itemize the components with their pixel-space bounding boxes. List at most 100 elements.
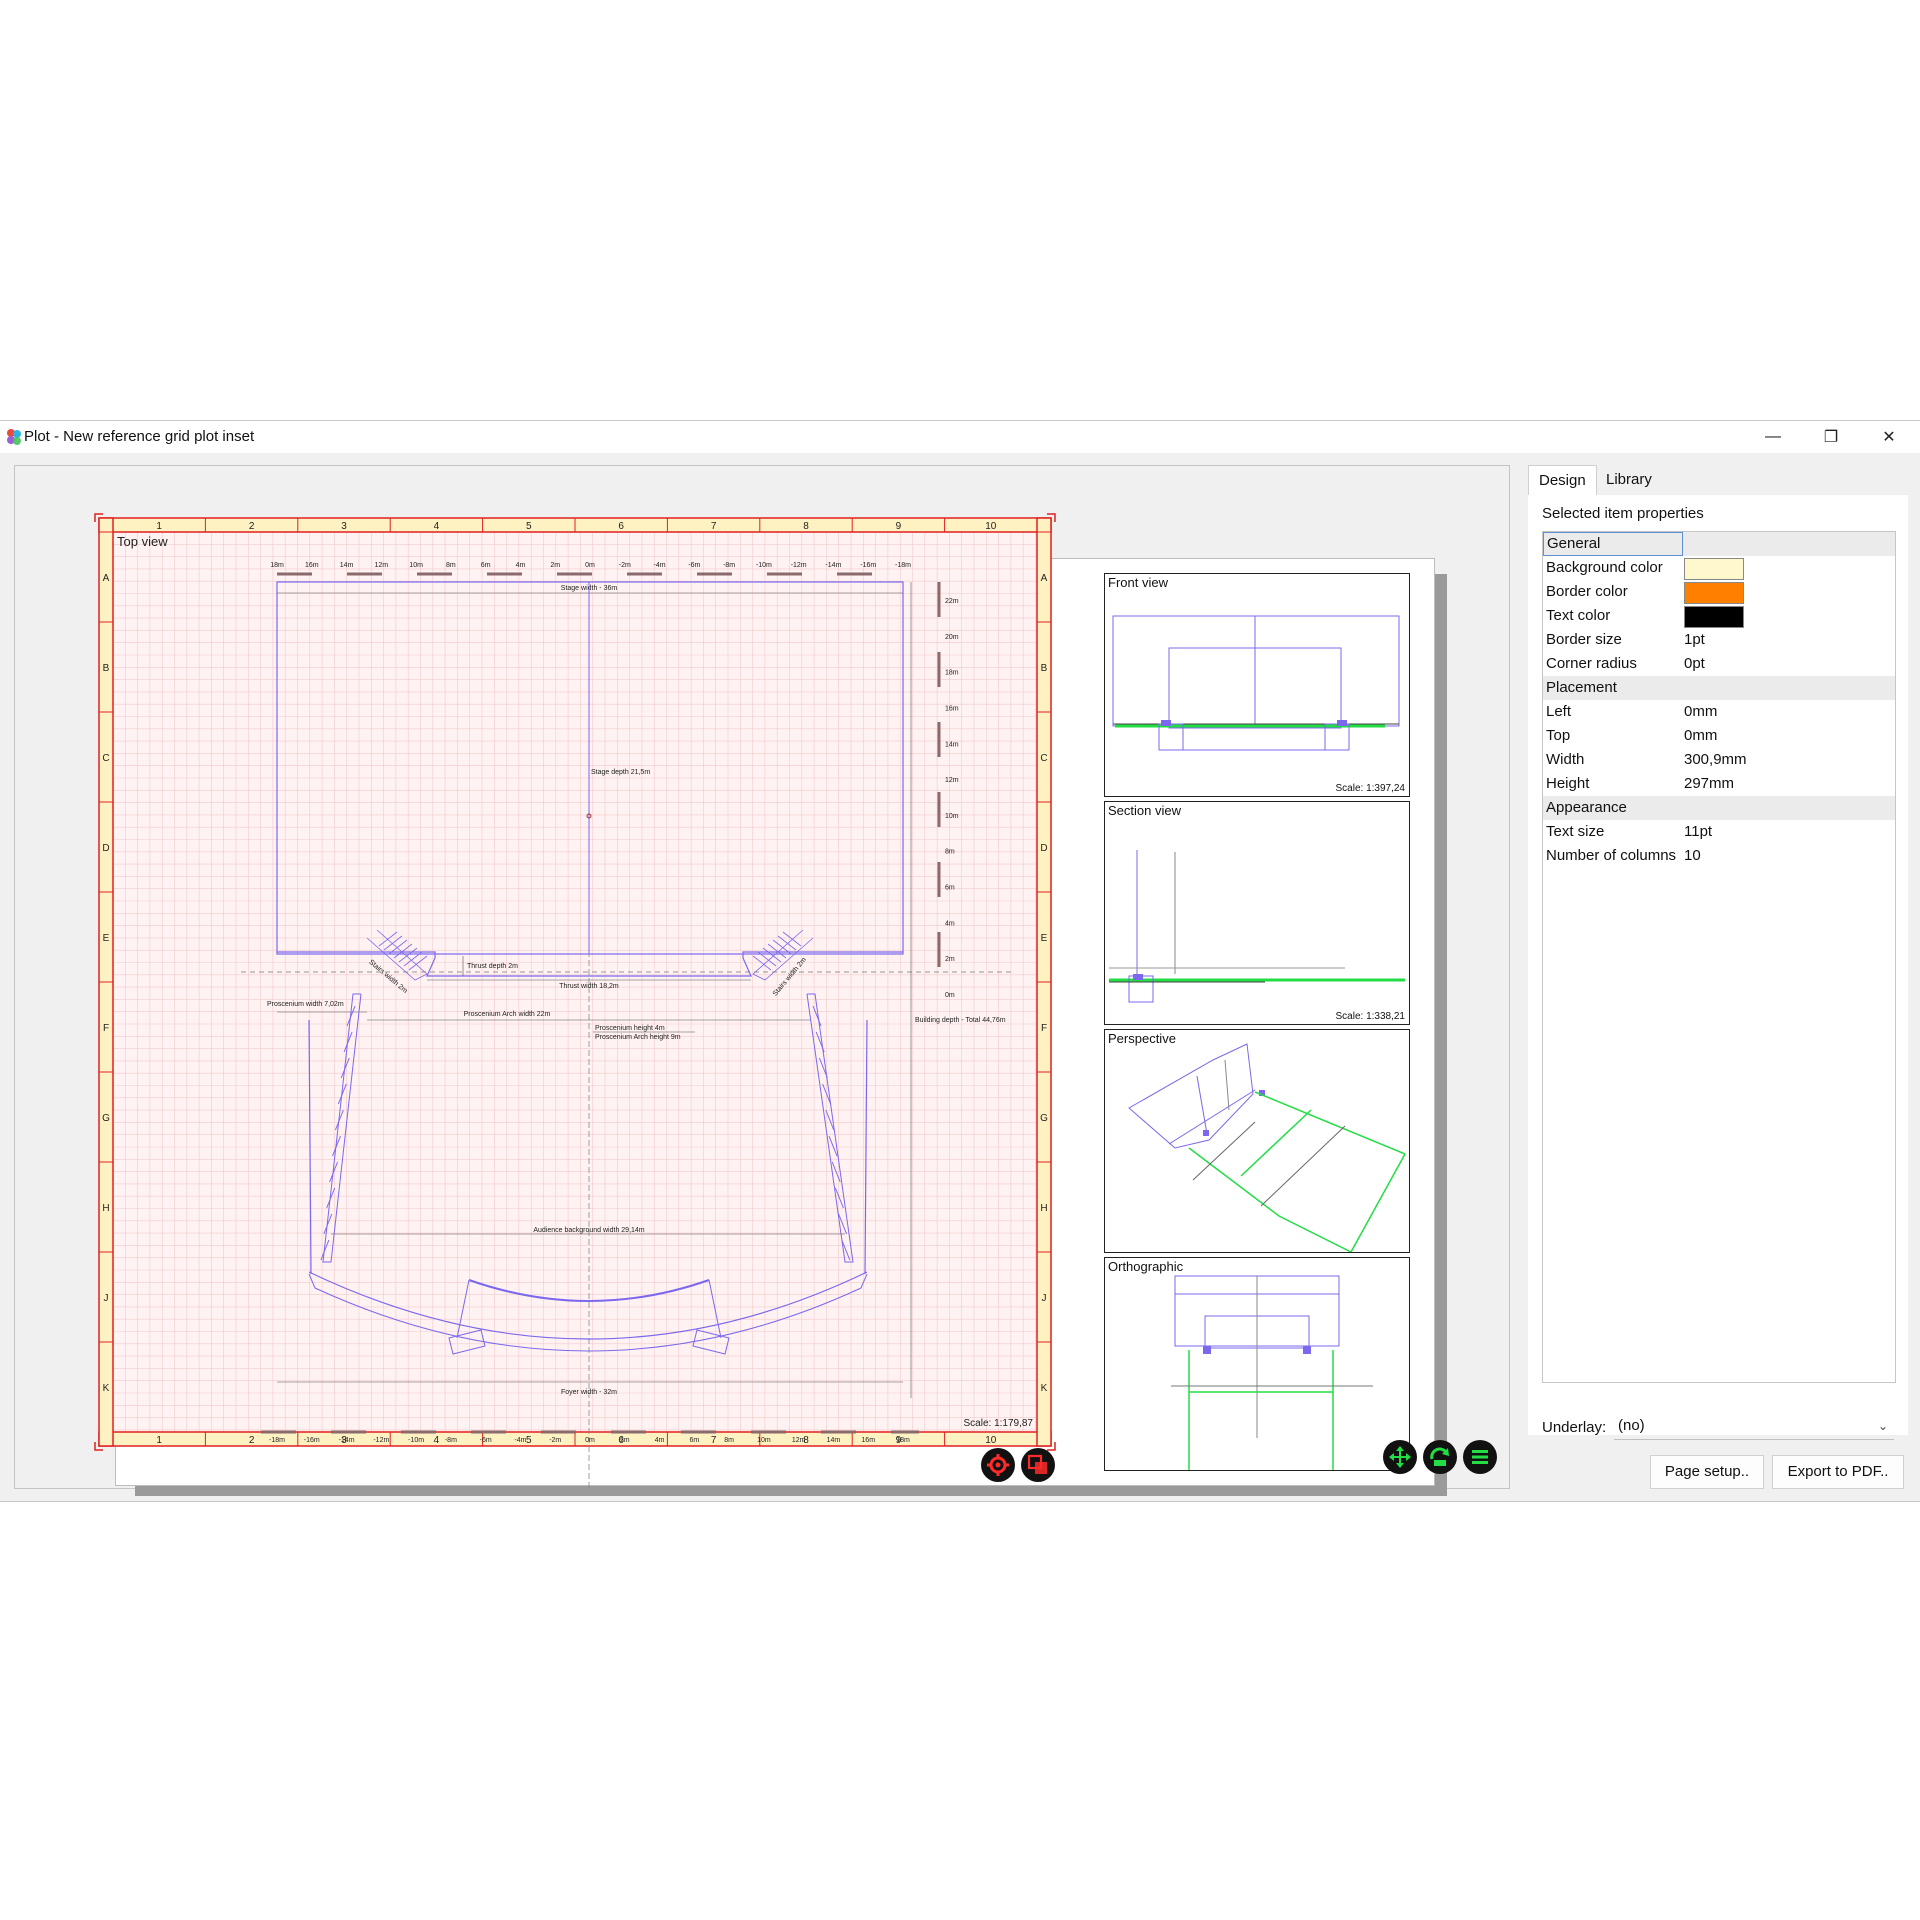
row-label-right: E	[1041, 933, 1048, 944]
prop-value[interactable]: 0mm	[1684, 724, 1717, 748]
ruler-right-tick: 2m	[945, 956, 955, 963]
ruler-bottom-tick: 8m	[724, 1437, 734, 1444]
column-label-top: 7	[711, 521, 717, 532]
group-placement[interactable]: Placement	[1543, 676, 1895, 700]
column-label-bottom: 5	[526, 1435, 532, 1446]
column-label-top: 8	[803, 521, 809, 532]
prop-label: Height	[1546, 775, 1590, 792]
audience-width-label: Audience background width 29,14m	[533, 1227, 644, 1234]
ruler-top-tick: 8m	[446, 562, 456, 569]
prop-value[interactable]: 297mm	[1684, 772, 1734, 796]
row-label-right: D	[1040, 843, 1047, 854]
prop-label: Left	[1546, 703, 1572, 720]
group-general[interactable]: General	[1543, 532, 1895, 556]
column-label-bottom: 2	[249, 1435, 255, 1446]
prop-value[interactable]: 300,9mm	[1684, 748, 1747, 772]
ruler-top-tick: 6m	[481, 562, 491, 569]
foyer-width-label: Foyer width - 32m	[561, 1389, 617, 1396]
gear-icon	[987, 1454, 1009, 1476]
ruler-top-tick: -18m	[895, 562, 911, 569]
column-label-top: 5	[526, 521, 532, 532]
row-label-left: A	[103, 573, 110, 584]
prop-background-color[interactable]: Background color	[1543, 556, 1895, 580]
thrust-depth-label: Thrust depth 2m	[467, 963, 518, 970]
ruler-right-tick: 14m	[945, 741, 959, 748]
proscenium-width-label: Proscenium width 7,02m	[267, 1001, 344, 1008]
prop-text-color[interactable]: Text color	[1543, 604, 1895, 628]
proscenium-arch-width-label: Proscenium Arch width 22m	[464, 1011, 551, 1018]
border-color-swatch[interactable]	[1684, 582, 1744, 604]
ruler-bottom-tick: 0m	[585, 1437, 595, 1444]
ruler-top-tick: -14m	[825, 562, 841, 569]
ruler-right-tick: 0m	[945, 992, 955, 999]
ruler-right-tick: 4m	[945, 920, 955, 927]
ruler-top-tick: 14m	[340, 562, 354, 569]
ruler-bottom-tick: 4m	[655, 1437, 665, 1444]
prop-value[interactable]: 11pt	[1684, 820, 1712, 844]
row-label-right: C	[1040, 753, 1047, 764]
ruler-right-tick: 6m	[945, 885, 955, 892]
row-label-left: H	[102, 1203, 109, 1214]
ruler-right-tick: 20m	[945, 634, 959, 641]
tab-design[interactable]: Design	[1528, 465, 1597, 496]
prop-border-color[interactable]: Border color	[1543, 580, 1895, 604]
export-pdf-button[interactable]: Export to PDF..	[1772, 1455, 1904, 1489]
prop-value[interactable]: 0pt	[1684, 652, 1705, 676]
proscenium-height-label: Proscenium height 4m	[595, 1025, 665, 1032]
background-color-swatch[interactable]	[1684, 558, 1744, 580]
settings-button[interactable]	[981, 1448, 1015, 1482]
prop-corner-radius[interactable]: Corner radius 0pt	[1543, 652, 1895, 676]
ruler-bottom-tick: -4m	[514, 1437, 526, 1444]
row-label-right: G	[1040, 1113, 1048, 1124]
ruler-top-tick: -8m	[723, 562, 735, 569]
top-view-plot[interactable]: 1122334455667788991010A AB BC CD DE EF FG GH HJ J…	[15, 466, 1509, 1488]
ruler-top-tick: -2m	[619, 562, 631, 569]
prop-label: Top	[1546, 727, 1571, 744]
ruler-right-tick: 8m	[945, 849, 955, 856]
ruler-bottom-tick: -2m	[549, 1437, 561, 1444]
row-label-left: C	[102, 753, 109, 764]
prop-width[interactable]: Width 300,9mm	[1543, 748, 1895, 772]
row-label-left: J	[104, 1293, 109, 1304]
ruler-bottom-tick: -8m	[445, 1437, 457, 1444]
prop-value[interactable]: 0mm	[1684, 700, 1717, 724]
prop-top[interactable]: Top 0mm	[1543, 724, 1895, 748]
text-color-swatch[interactable]	[1684, 606, 1744, 628]
tab-library[interactable]: Library	[1596, 465, 1662, 495]
prop-number-of-columns[interactable]: Number of columns 10	[1543, 844, 1895, 868]
minimize-button[interactable]: —	[1750, 421, 1796, 453]
move-button[interactable]	[1383, 1440, 1417, 1474]
plot-canvas[interactable]: Front view Scale: 1:397,24 Section view	[14, 465, 1510, 1496]
group-appearance[interactable]: Appearance	[1543, 796, 1895, 820]
title-bar: Plot - New reference grid plot inset — ❐…	[0, 421, 1920, 453]
prop-text-size[interactable]: Text size 11pt	[1543, 820, 1895, 844]
ruler-top-tick: 0m	[585, 562, 595, 569]
copy-button[interactable]	[1021, 1448, 1055, 1482]
ruler-bottom-tick: -12m	[373, 1437, 389, 1444]
ruler-top-tick: -10m	[756, 562, 772, 569]
ruler-bottom-tick: 16m	[861, 1437, 875, 1444]
restore-button[interactable]: ❐	[1808, 421, 1854, 453]
prop-border-size[interactable]: Border size 1pt	[1543, 628, 1895, 652]
underlay-select[interactable]: (no) ⌄	[1614, 1413, 1894, 1440]
prop-label: Background color	[1546, 559, 1663, 576]
column-label-bottom: 7	[711, 1435, 717, 1446]
column-label-top: 1	[156, 521, 162, 532]
prop-height[interactable]: Height 297mm	[1543, 772, 1895, 796]
ruler-right-tick: 10m	[945, 813, 959, 820]
group-appearance-label: Appearance	[1546, 799, 1627, 816]
ruler-top-tick: -12m	[791, 562, 807, 569]
page-setup-button[interactable]: Page setup..	[1650, 1455, 1764, 1489]
ruler-bottom-tick: 14m	[827, 1437, 841, 1444]
ruler-bottom-tick: 6m	[689, 1437, 699, 1444]
window-title: Plot - New reference grid plot inset	[24, 428, 255, 445]
prop-label: Text size	[1546, 823, 1605, 840]
menu-button[interactable]	[1463, 1440, 1497, 1474]
prop-value[interactable]: 1pt	[1684, 628, 1705, 652]
close-button[interactable]: ✕	[1866, 421, 1912, 453]
row-label-left: G	[102, 1113, 110, 1124]
prop-value[interactable]: 10	[1684, 844, 1701, 868]
prop-left[interactable]: Left 0mm	[1543, 700, 1895, 724]
row-label-right: H	[1040, 1203, 1047, 1214]
rotate-button[interactable]	[1423, 1440, 1457, 1474]
